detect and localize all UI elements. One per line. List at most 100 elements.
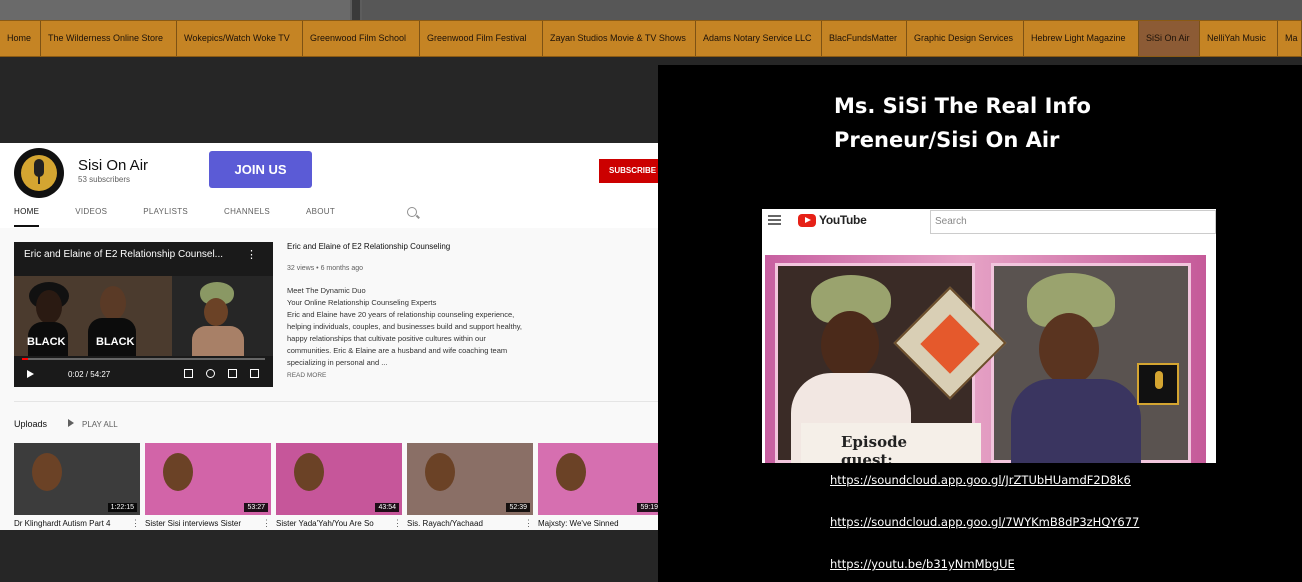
nav-item-zayan-studios-movie-tv-shows[interactable]: Zayan Studios Movie & TV Shows — [543, 21, 696, 56]
nav-item-graphic-design-services[interactable]: Graphic Design Services — [907, 21, 1024, 56]
video-frame-host — [172, 276, 273, 356]
captions-icon[interactable] — [184, 369, 193, 378]
more-vert-icon[interactable]: ⋮ — [524, 518, 533, 529]
fullscreen-icon[interactable] — [250, 369, 259, 378]
sisi-on-air-badge — [1137, 363, 1179, 405]
top-strip-right — [362, 0, 1302, 20]
right-panel: Ms. SiSi The Real Info Preneur/Sisi On A… — [658, 65, 1302, 582]
featured-video-meta: 32 views • 6 months ago — [287, 265, 363, 272]
upload-thumbnail[interactable]: 52:39 — [407, 443, 533, 515]
nav-item-the-wilderness-online-store[interactable]: The Wilderness Online Store — [41, 21, 177, 56]
youtube-embed[interactable]: YouTube Search Episode guest: — [762, 209, 1216, 463]
microphone-icon — [34, 159, 44, 177]
soundcloud-link-2[interactable]: https://soundcloud.app.goo.gl/7WYKmB8dP3… — [830, 515, 1139, 529]
top-strip-left — [0, 0, 350, 20]
youtube-channel-screenshot: Sisi On Air 53 subscribers JOIN US SUBSC… — [0, 143, 658, 530]
upload-title[interactable]: Majxsty: We've Sinned — [538, 519, 650, 528]
nav-item-home[interactable]: Home — [0, 21, 41, 56]
video-duration: 52:39 — [506, 503, 530, 512]
channel-name: Sisi On Air — [78, 157, 149, 174]
person-head — [294, 453, 324, 491]
nav-item-greenwood-film-school[interactable]: Greenwood Film School — [303, 21, 420, 56]
nav-item-sisi-on-air[interactable]: SiSi On Air — [1139, 21, 1200, 56]
youtube-wordmark: YouTube — [819, 213, 867, 227]
more-vert-icon[interactable]: ⋮ — [131, 518, 140, 529]
video-duration: 59:19 — [637, 503, 658, 512]
nav-item-blacfundsmatter[interactable]: BlacFundsMatter — [822, 21, 907, 56]
top-strip — [0, 0, 1302, 20]
more-vert-icon[interactable]: ⋮ — [246, 248, 257, 261]
upload-title[interactable]: Dr Klinghardt Autism Part 4 — [14, 519, 126, 528]
nav-item-wokepics-watch-woke-tv[interactable]: Wokepics/Watch Woke TV — [177, 21, 303, 56]
microphone-icon — [1155, 371, 1163, 389]
subscriber-count: 53 subscribers — [78, 175, 131, 184]
cast-icon[interactable] — [228, 369, 237, 378]
progress-fill — [22, 358, 28, 360]
title-line-1: Ms. SiSi The Real Info — [834, 94, 1091, 118]
video-still[interactable]: Episode guest: — [765, 255, 1206, 463]
youtube-logo-icon[interactable] — [798, 214, 816, 227]
upload-title[interactable]: Sister Yada'Yah/You Are So — [276, 519, 388, 528]
tab-about[interactable]: ABOUT — [306, 203, 335, 227]
top-strip-divider — [352, 0, 360, 20]
tab-channels[interactable]: CHANNELS — [224, 203, 270, 227]
read-more-link[interactable]: READ MORE — [287, 372, 326, 379]
youtube-link[interactable]: https://youtu.be/b31yNmMbgUE — [830, 557, 1015, 571]
search-icon[interactable] — [407, 207, 417, 217]
featured-video-title[interactable]: Eric and Elaine of E2 Relationship Couns… — [287, 242, 450, 251]
more-vert-icon[interactable]: ⋮ — [262, 518, 271, 529]
video-frame-couple: BLACK BLACK — [14, 276, 172, 356]
title-line-2: Preneur/Sisi On Air — [834, 128, 1060, 152]
person-head — [36, 290, 62, 324]
channel-tabs: HOME VIDEOS PLAYLISTS CHANNELS ABOUT — [14, 203, 371, 227]
shirt-text: BLACK — [27, 336, 66, 348]
page-title: Ms. SiSi The Real Info Preneur/Sisi On A… — [834, 89, 1254, 157]
channel-avatar — [14, 148, 64, 198]
progress-bar[interactable] — [22, 358, 265, 360]
video-duration: 53:27 — [244, 503, 268, 512]
video-duration: 1:22:15 — [107, 503, 137, 512]
nav-item-adams-notary-service-llc[interactable]: Adams Notary Service LLC — [696, 21, 822, 56]
uploads-heading[interactable]: Uploads — [14, 419, 47, 429]
person-body — [192, 326, 244, 356]
nav-item-nelliyah-music[interactable]: NelliYah Music — [1200, 21, 1278, 56]
site-nav: Home The Wilderness Online Store Wokepics/… — [0, 20, 1302, 57]
person-head — [100, 286, 126, 320]
person-head — [425, 453, 455, 491]
microphone-stand — [38, 176, 40, 184]
settings-icon[interactable] — [206, 369, 215, 378]
person-head — [204, 298, 228, 326]
play-all-button[interactable]: PLAY ALL — [68, 419, 118, 429]
channel-home-content: Eric and Elaine of E2 Relationship Couns… — [0, 228, 658, 530]
person-head — [163, 453, 193, 491]
video-time: 0:02 / 54:27 — [68, 370, 111, 379]
video-overlay-title: Eric and Elaine of E2 Relationship Couns… — [24, 249, 224, 260]
upload-thumbnail[interactable]: 53:27 — [145, 443, 271, 515]
tab-playlists[interactable]: PLAYLISTS — [143, 203, 188, 227]
episode-guest-caption: Episode guest: — [801, 423, 981, 463]
embed-search-input[interactable]: Search — [930, 210, 1216, 234]
play-icon[interactable] — [27, 370, 34, 378]
soundcloud-link-1[interactable]: https://soundcloud.app.goo.gl/JrZTUbHUam… — [830, 473, 1131, 487]
featured-video-description: Meet The Dynamic Duo Your Online Relatio… — [287, 286, 523, 367]
upload-thumbnail[interactable]: 43:54 — [276, 443, 402, 515]
nav-item-ma[interactable]: Ma — [1278, 21, 1302, 56]
person-head — [821, 311, 879, 379]
shirt-text: BLACK — [96, 336, 135, 348]
join-us-button[interactable]: JOIN US — [209, 151, 312, 188]
menu-icon[interactable] — [768, 215, 781, 225]
subscribe-button[interactable]: SUBSCRIBE — [599, 159, 658, 183]
nav-item-greenwood-film-festival[interactable]: Greenwood Film Festival — [420, 21, 543, 56]
person-head — [556, 453, 586, 491]
upload-title[interactable]: Sis. Rayach/Yachaad — [407, 519, 519, 528]
page: Home The Wilderness Online Store Wokepics/… — [0, 0, 1302, 582]
featured-video-player[interactable]: Eric and Elaine of E2 Relationship Couns… — [14, 242, 273, 387]
person-head — [1039, 313, 1099, 385]
tab-home[interactable]: HOME — [14, 203, 40, 227]
upload-thumbnail[interactable]: 59:19 — [538, 443, 658, 515]
upload-title[interactable]: Sister Sisi interviews Sister — [145, 519, 257, 528]
upload-thumbnail[interactable]: 1:22:15 — [14, 443, 140, 515]
more-vert-icon[interactable]: ⋮ — [393, 518, 402, 529]
tab-videos[interactable]: VIDEOS — [75, 203, 107, 227]
nav-item-hebrew-light-magazine[interactable]: Hebrew Light Magazine — [1024, 21, 1139, 56]
